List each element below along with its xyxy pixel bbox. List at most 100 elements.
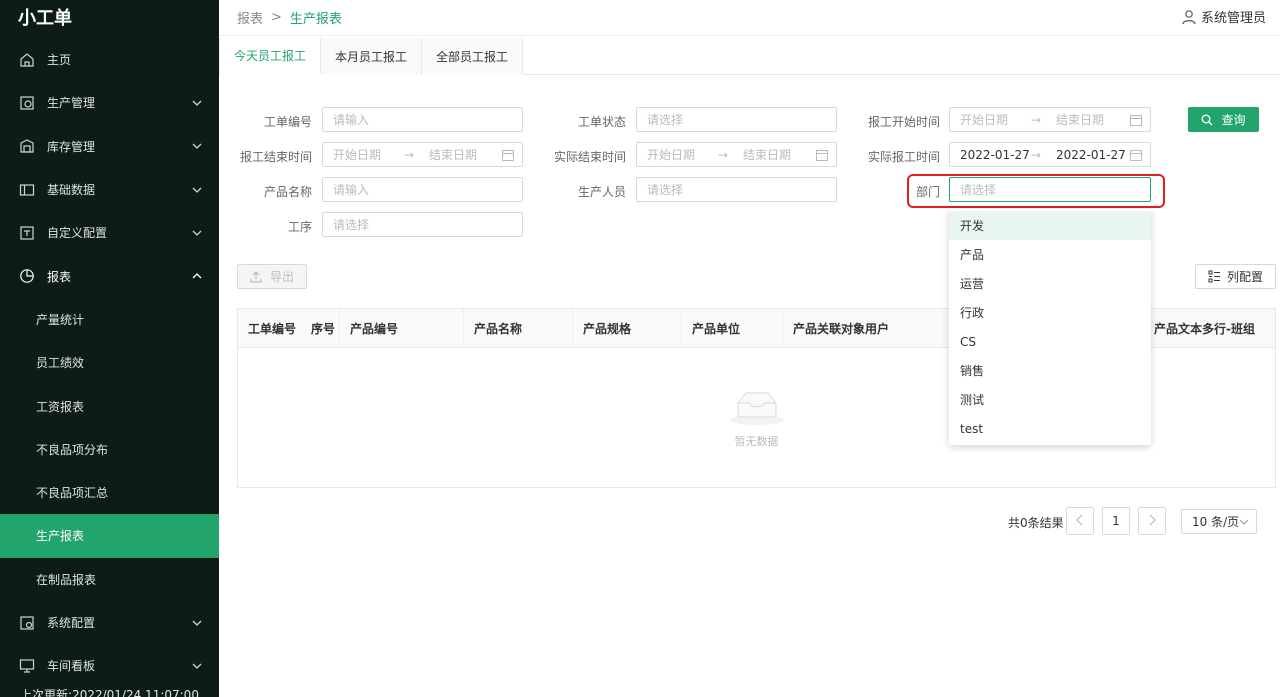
chevron-down-icon — [192, 661, 202, 671]
column-settings-icon — [1208, 270, 1221, 283]
chevron-down-icon — [192, 141, 202, 151]
actual-report-time-label: 实际报工时间 — [867, 150, 940, 164]
tab-month-report[interactable]: 本月员工报工 — [321, 38, 423, 75]
sidebar-subitem-defect-distribution[interactable]: 不良品项分布 — [0, 428, 219, 471]
input-placeholder: 请输入 — [333, 113, 370, 127]
range-arrow: → — [1030, 112, 1042, 127]
producer-label: 生产人员 — [577, 185, 626, 199]
dropdown-option[interactable]: test — [949, 414, 1151, 443]
dropdown-option[interactable]: 销售 — [949, 356, 1151, 385]
calendar-icon — [502, 149, 514, 161]
breadcrumb-item-report[interactable]: 报表 — [237, 8, 263, 27]
custom-config-icon — [18, 224, 36, 242]
export-button-label: 导出 — [269, 270, 294, 284]
chevron-down-icon — [192, 185, 202, 195]
report-icon — [18, 267, 36, 285]
work-order-status-select[interactable]: 请选择 — [636, 107, 837, 132]
actual-report-time-range[interactable]: 2022-01-27 → 2022-01-27 — [949, 142, 1151, 167]
sidebar-item-custom-config[interactable]: 自定义配置 — [0, 211, 219, 254]
workshop-board-icon — [18, 657, 36, 675]
search-button[interactable]: 查询 — [1188, 107, 1259, 132]
empty-text: 暂无数据 — [734, 435, 779, 448]
column-config-label: 列配置 — [1226, 270, 1263, 284]
pagination-prev-button[interactable] — [1066, 507, 1094, 535]
production-icon — [18, 94, 36, 112]
user-icon — [1181, 9, 1197, 25]
product-name-label: 产品名称 — [263, 185, 312, 199]
dropdown-option[interactable]: 测试 — [949, 385, 1151, 414]
department-dropdown: 开发 产品 运营 行政 CS 销售 测试 test — [949, 209, 1151, 445]
empty-box-icon — [728, 387, 786, 427]
chevron-up-icon — [192, 271, 202, 281]
report-start-time-range[interactable]: 开始日期 → 结束日期 — [949, 107, 1151, 132]
range-arrow: → — [1030, 147, 1042, 162]
sidebar-item-production[interactable]: 生产管理 — [0, 81, 219, 124]
pagination-total: 共0条结果 — [1008, 516, 1064, 530]
sidebar-item-label: 自定义配置 — [47, 226, 108, 241]
tab-today-report[interactable]: 今天员工报工 — [219, 38, 322, 75]
column-header[interactable]: 产品关联对象用户 — [783, 309, 943, 348]
column-header[interactable]: 产品规格 — [573, 309, 682, 348]
chevron-down-icon — [192, 98, 202, 108]
report-end-time-range[interactable]: 开始日期 → 结束日期 — [322, 142, 523, 167]
sidebar-item-label: 系统配置 — [47, 616, 96, 630]
sidebar-subitem-wip-report[interactable]: 在制品报表 — [0, 558, 219, 601]
input-placeholder: 请选择 — [647, 113, 684, 127]
column-header[interactable]: 工单编号 — [238, 309, 301, 348]
calendar-icon — [1130, 149, 1142, 161]
last-updated-text: 上次更新:2022/01/24 11:07:00 — [20, 688, 199, 697]
sidebar-subitem-defect-summary[interactable]: 不良品项汇总 — [0, 471, 219, 514]
department-highlight-box — [907, 174, 1165, 208]
tab-all-report[interactable]: 全部员工报工 — [422, 38, 524, 75]
sidebar-item-workshop-board[interactable]: 车间看板 — [0, 644, 219, 687]
pagination-next-button[interactable] — [1138, 507, 1166, 535]
search-button-label: 查询 — [1221, 113, 1246, 127]
data-icon — [18, 181, 36, 199]
report-tabs: 今天员工报工 本月员工报工 全部员工报工 — [219, 38, 1280, 75]
export-button[interactable]: 导出 — [237, 264, 307, 289]
search-icon — [1201, 114, 1213, 126]
sidebar-item-home[interactable]: 主页 — [0, 38, 219, 81]
column-header[interactable]: 产品编号 — [340, 309, 464, 348]
user-menu[interactable]: 系统管理员 — [1181, 7, 1266, 26]
column-header[interactable]: 产品文本多行-班组 — [1144, 309, 1275, 348]
dropdown-option[interactable]: 行政 — [949, 298, 1151, 327]
inventory-icon — [18, 137, 36, 155]
sidebar-item-label: 生产管理 — [47, 96, 96, 111]
work-order-no-input[interactable]: 请输入 — [322, 107, 523, 132]
column-header[interactable]: 产品单位 — [682, 309, 783, 348]
dropdown-option[interactable]: 产品 — [949, 240, 1151, 269]
sidebar-subitem-output-stats[interactable]: 产量统计 — [0, 298, 219, 341]
sidebar-item-system-config[interactable]: 系统配置 — [0, 601, 219, 644]
calendar-icon — [816, 149, 828, 161]
sidebar-item-label: 车间看板 — [47, 659, 96, 674]
column-config-button[interactable]: 列配置 — [1195, 264, 1276, 289]
range-start: 开始日期 — [647, 148, 696, 162]
range-arrow: → — [403, 147, 415, 162]
column-header[interactable]: 产品名称 — [464, 309, 573, 348]
sidebar-item-report[interactable]: 报表 — [0, 254, 219, 297]
column-header[interactable]: 序号 — [301, 309, 340, 348]
work-order-status-label: 工单状态 — [577, 115, 626, 129]
sidebar-subitem-employee-performance[interactable]: 员工绩效 — [0, 341, 219, 384]
process-select[interactable]: 请选择 — [322, 212, 523, 237]
sidebar-subitem-production-report[interactable]: 生产报表 — [0, 514, 219, 558]
sidebar-item-label: 报表 — [47, 269, 72, 284]
producer-select[interactable]: 请选择 — [636, 177, 837, 202]
sidebar-item-data[interactable]: 基础数据 — [0, 168, 219, 211]
chevron-down-icon — [192, 618, 202, 628]
dropdown-option[interactable]: 运营 — [949, 269, 1151, 298]
dropdown-option[interactable]: CS — [949, 327, 1151, 356]
breadcrumb-item-current: 生产报表 — [289, 12, 342, 27]
chevron-left-icon — [1076, 514, 1084, 529]
pagination-page-1[interactable]: 1 — [1102, 507, 1130, 535]
dropdown-option[interactable]: 开发 — [949, 211, 1151, 240]
app-logo: 小工单 — [18, 8, 72, 29]
actual-end-time-range[interactable]: 开始日期 → 结束日期 — [636, 142, 837, 167]
sidebar-subitem-wage-report[interactable]: 工资报表 — [0, 384, 219, 427]
sidebar: 小工单 主页 生产管理 库存管理 基础数据 自定义配置 报表 产量统计 员工绩效… — [0, 0, 219, 697]
sidebar-item-inventory[interactable]: 库存管理 — [0, 125, 219, 168]
page-size-select[interactable]: 10 条/页 — [1181, 509, 1257, 534]
product-name-input[interactable]: 请输入 — [322, 177, 523, 202]
chevron-down-icon — [1239, 517, 1249, 527]
